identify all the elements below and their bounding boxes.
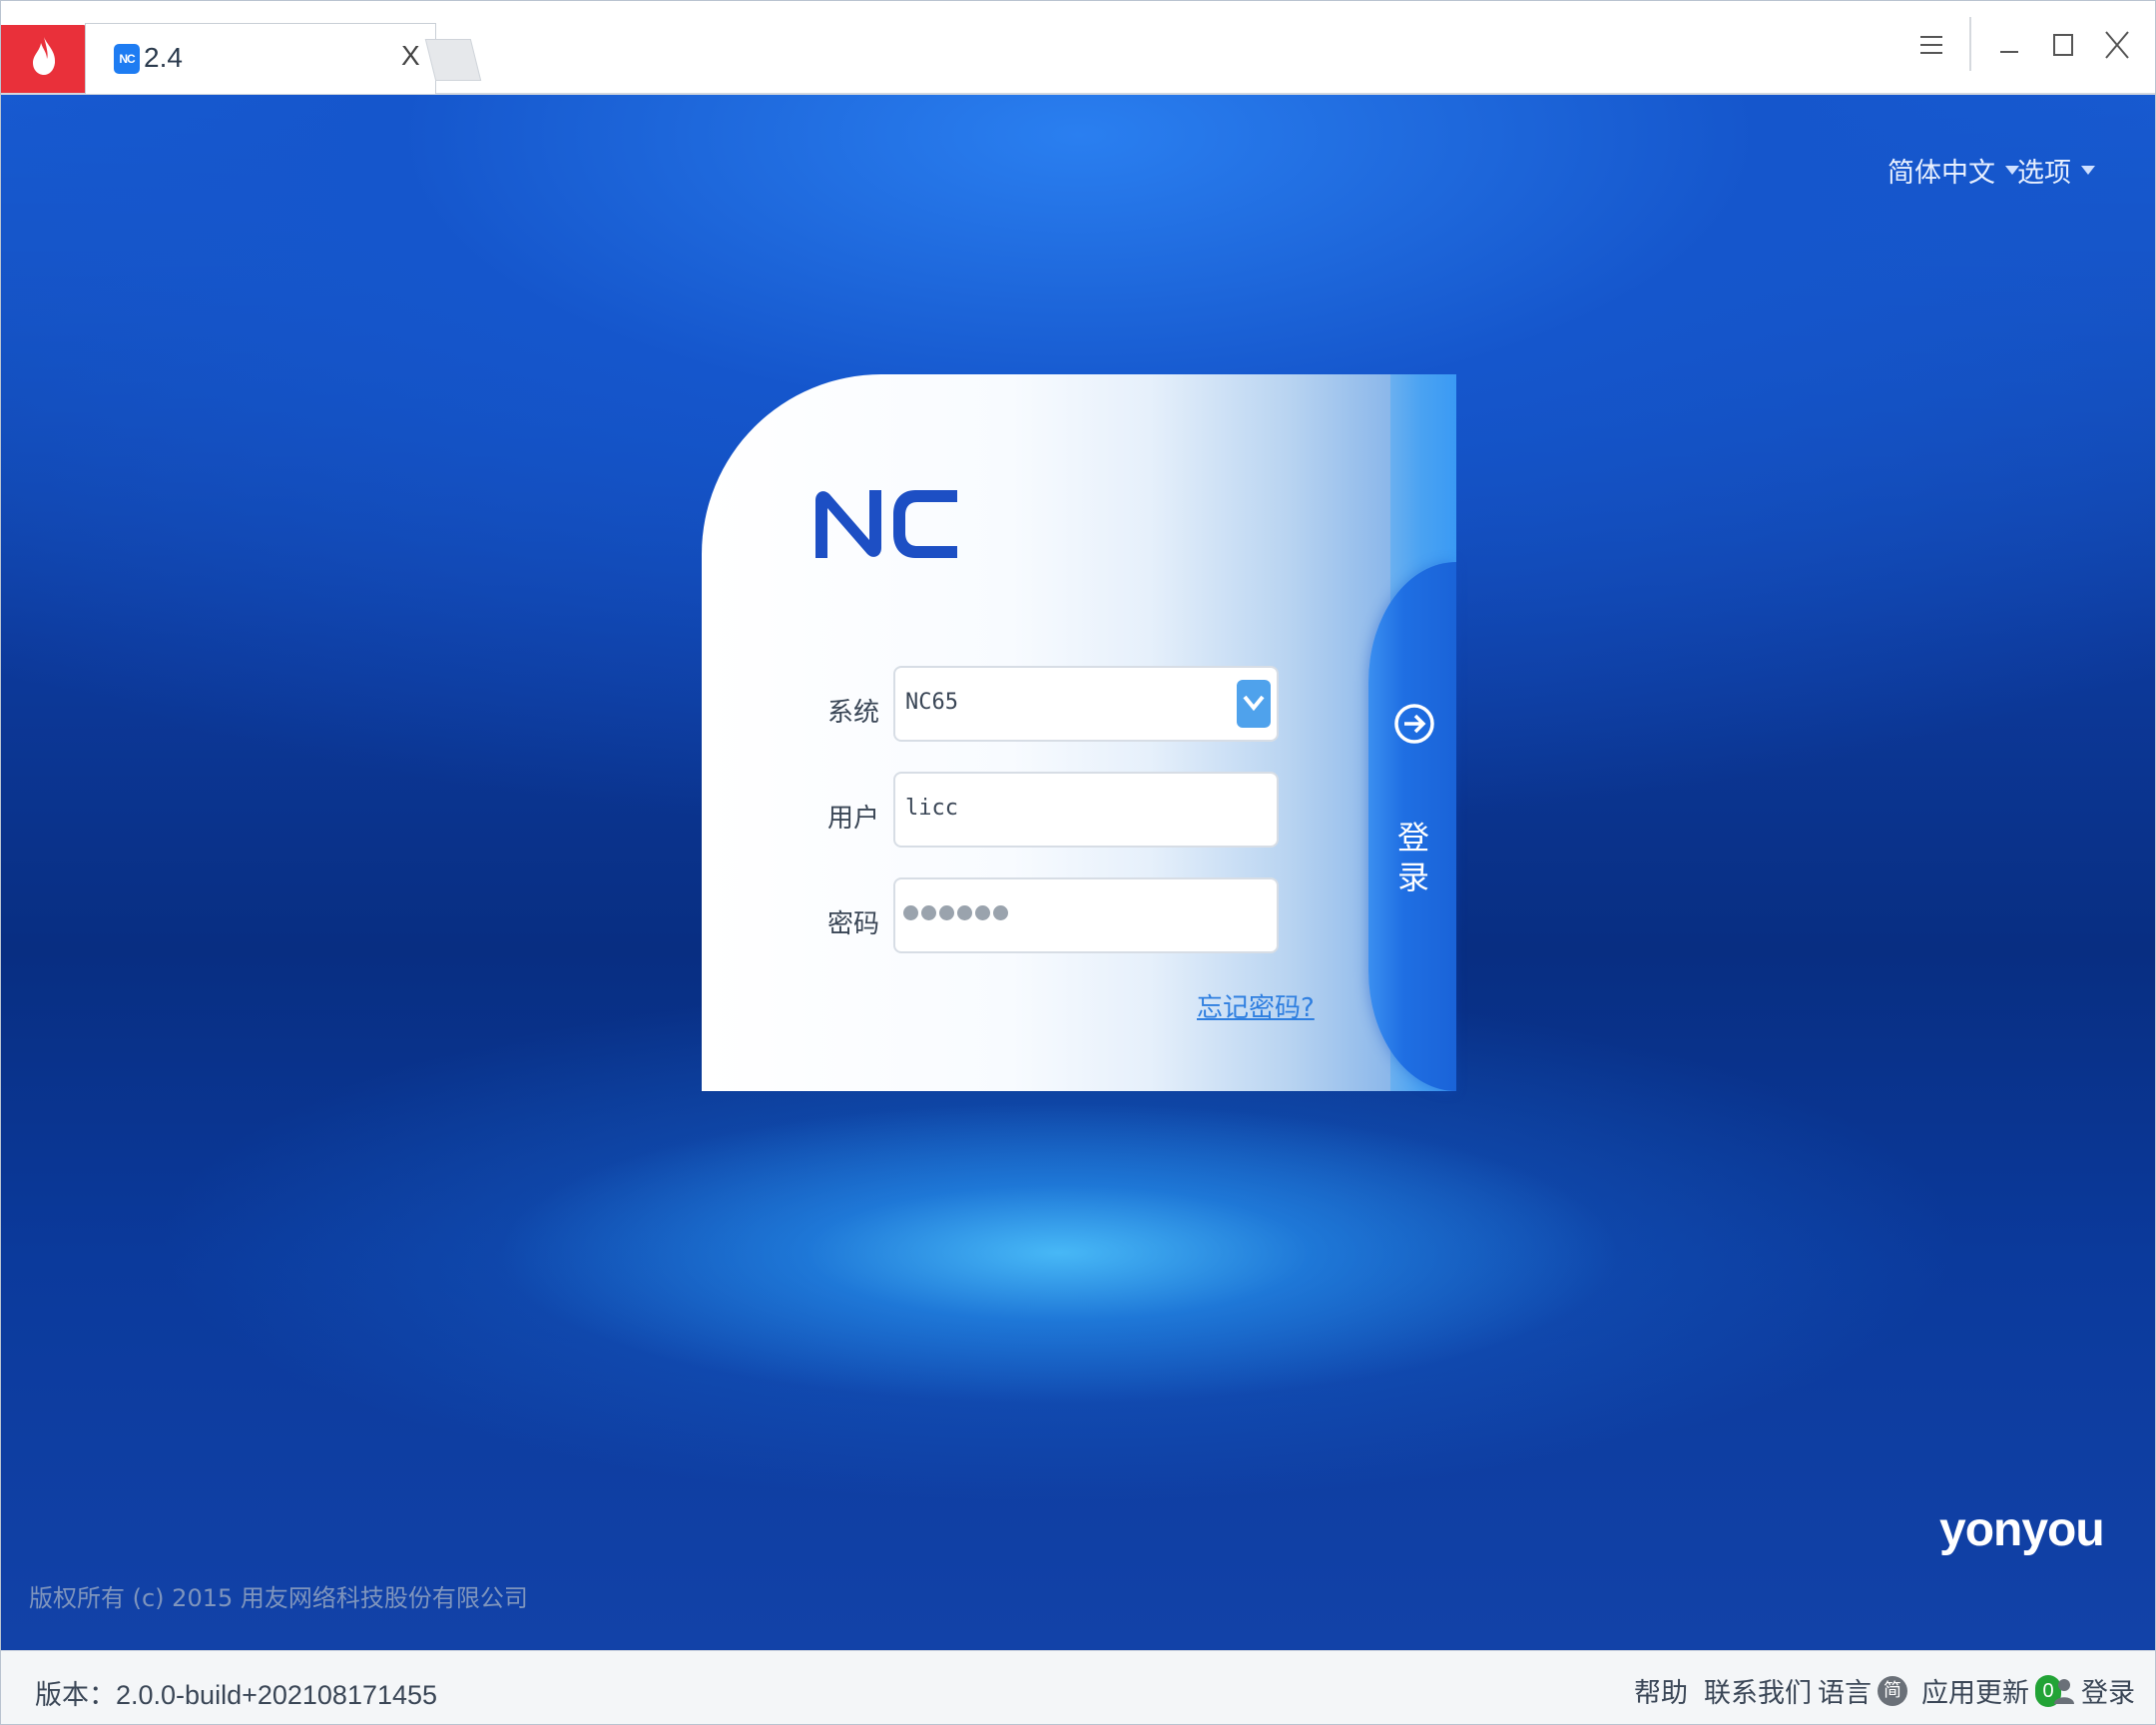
user-input[interactable]: licc: [893, 772, 1279, 848]
language-menu-label: 语言: [1818, 1678, 1872, 1709]
minimize-button[interactable]: [1985, 21, 2033, 69]
login-button-label: 登录: [1396, 819, 1429, 896]
password-dot: [921, 905, 936, 920]
status-login-button[interactable]: 登录: [2053, 1671, 2135, 1710]
app-update-label: 应用更新: [1921, 1678, 2029, 1709]
user-icon: [2054, 1678, 2074, 1704]
password-label: 密码: [827, 909, 880, 939]
maximize-button[interactable]: [2039, 21, 2087, 69]
language-menu[interactable]: 语言 简: [1818, 1671, 1907, 1710]
help-label: 帮助: [1634, 1678, 1688, 1709]
tab-title: 2.4: [144, 42, 183, 73]
contact-label: 联系我们: [1704, 1678, 1812, 1709]
menu-button[interactable]: [1907, 21, 1955, 69]
flame-icon: [33, 37, 56, 75]
password-dot: [975, 905, 990, 920]
minimize-icon: [2000, 51, 2018, 53]
nc-tab-icon: NC: [114, 44, 140, 74]
close-window-button[interactable]: [2093, 21, 2141, 69]
copyright-text: 版权所有 (c) 2015 用友网络科技股份有限公司: [29, 1584, 528, 1612]
chevron-down-icon: [2081, 166, 2095, 175]
system-value: NC65: [905, 690, 958, 715]
yonyou-logo: yonyou: [1939, 1503, 2105, 1556]
tab-close-button[interactable]: X: [401, 40, 420, 72]
language-select-label: 简体中文: [1887, 158, 1995, 189]
password-dot: [957, 905, 972, 920]
app-window: NC 2.4 X 简体中文 选项 系统 NC65 用户 licc 密码 忘记密码…: [0, 0, 2156, 1725]
password-dot: [903, 905, 918, 920]
system-label: 系统: [827, 698, 880, 728]
language-badge: 简: [1878, 1675, 1907, 1706]
status-bar: 版本：2.0.0-build+202108171455 帮助 联系我们 语言 简…: [1, 1650, 2155, 1724]
password-dot: [939, 905, 954, 920]
options-menu-label: 选项: [2017, 158, 2071, 189]
user-value: licc: [905, 796, 958, 821]
title-bar: NC 2.4 X: [1, 1, 2155, 95]
maximize-icon: [2053, 34, 2073, 56]
menu-icon: [1920, 36, 1942, 54]
status-login-label: 登录: [2081, 1678, 2135, 1709]
user-label: 用户: [827, 804, 880, 834]
version-text: 版本：2.0.0-build+202108171455: [35, 1680, 438, 1710]
tab-nc[interactable]: NC 2.4 X: [85, 23, 436, 94]
password-dot: [993, 905, 1008, 920]
login-card: NC 系统 NC65 用户 licc 密码: [702, 374, 1456, 1091]
login-stage: 简体中文 选项 NC 系统 NC65: [1, 95, 2155, 1650]
app-update-button[interactable]: 应用更新 0: [1921, 1671, 2061, 1710]
help-link[interactable]: 帮助: [1634, 1671, 1688, 1710]
close-icon: [2105, 31, 2129, 59]
login-panel: NC 系统 NC65 用户 licc 密码: [702, 374, 1390, 1091]
options-menu[interactable]: 选项: [2017, 151, 2095, 190]
login-button[interactable]: 登录: [1368, 562, 1456, 1091]
forgot-password-link[interactable]: 忘记密码?: [1197, 987, 1315, 1024]
login-arrow-icon: [1394, 704, 1434, 744]
password-input[interactable]: [893, 877, 1279, 953]
new-tab-button[interactable]: [424, 39, 482, 81]
contact-link[interactable]: 联系我们: [1704, 1671, 1812, 1710]
nc-logo: NC: [815, 490, 957, 558]
password-mask: [903, 905, 1008, 920]
title-separator: [1969, 17, 1971, 71]
system-dropdown-button[interactable]: [1237, 680, 1271, 728]
system-select[interactable]: NC65: [893, 666, 1279, 742]
language-select[interactable]: 简体中文: [1887, 151, 2019, 190]
chevron-down-icon: [1243, 695, 1265, 712]
